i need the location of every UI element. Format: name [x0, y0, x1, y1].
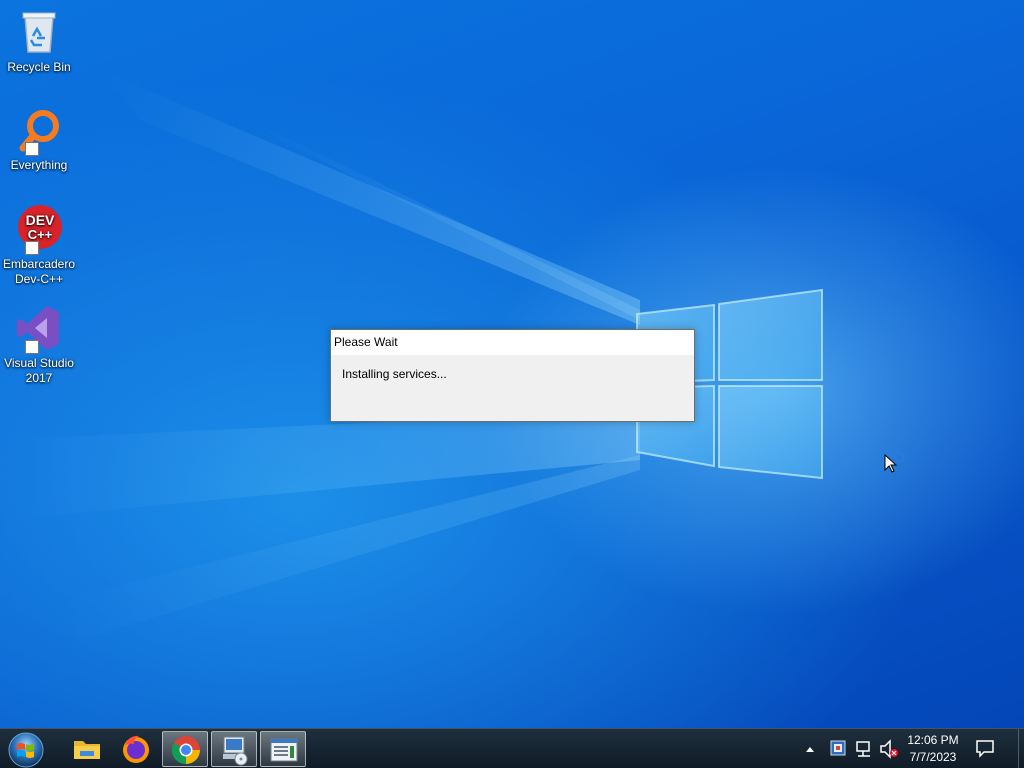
show-desktop-button[interactable]: [1018, 729, 1024, 768]
svg-text:DEV: DEV: [26, 212, 55, 228]
busy-cursor-icon: [884, 451, 905, 473]
network-icon[interactable]: [855, 729, 875, 768]
taskbar-file-explorer[interactable]: [64, 731, 110, 767]
installer-icon: [223, 736, 248, 766]
taskbar-window-app[interactable]: [260, 731, 306, 767]
start-button[interactable]: [5, 730, 47, 768]
chrome-icon: [171, 736, 200, 765]
taskbar-firefox[interactable]: [113, 731, 159, 767]
please-wait-dialog[interactable]: Please Wait Installing services...: [330, 329, 695, 422]
visual-studio-icon: [15, 304, 63, 354]
firefox-icon: [123, 735, 149, 763]
clock-date: 7/7/2023: [909, 750, 957, 764]
shortcut-arrow-icon: [25, 241, 39, 255]
taskbar: 12:06 PM 7/7/2023: [0, 728, 1024, 768]
shortcut-arrow-icon: [25, 340, 39, 354]
tray-app-icon[interactable]: [829, 729, 847, 768]
dialog-title: Please Wait: [331, 330, 694, 355]
dialog-message: Installing services...: [342, 367, 447, 381]
window-icon: [270, 738, 298, 762]
devcpp-icon: DEV C++: [15, 205, 63, 255]
clock-time: 12:06 PM: [907, 733, 959, 747]
taskbar-installer[interactable]: [211, 731, 257, 767]
chevron-up-icon[interactable]: [802, 729, 818, 768]
folder-icon: [74, 741, 100, 759]
svg-text:C++: C++: [28, 227, 53, 242]
desktop-icon-everything[interactable]: Everything: [2, 106, 76, 173]
desktop-icon-visual-studio[interactable]: Visual Studio 2017: [2, 304, 76, 386]
volume-muted-icon[interactable]: [879, 729, 899, 768]
shortcut-arrow-icon: [25, 142, 39, 156]
desktop-icon-label: Visual Studio 2017: [4, 356, 74, 385]
taskbar-clock[interactable]: 12:06 PM 7/7/2023: [897, 732, 969, 766]
recycle-bin-icon: [15, 8, 63, 56]
desktop-icon-label: Recycle Bin: [7, 60, 71, 74]
desktop-icon-label: Embarcadero Dev-C++: [2, 257, 76, 286]
desktop-icon-devcpp[interactable]: DEV C++ Embarcadero Dev-C++: [2, 205, 76, 287]
desktop[interactable]: Recycle Bin Everything DEV C++ Embarcade…: [0, 0, 1024, 728]
desktop-icon-recycle-bin[interactable]: Recycle Bin: [2, 8, 76, 75]
desktop-icon-label: Everything: [10, 158, 68, 172]
everything-search-icon: [15, 106, 63, 156]
notification-icon[interactable]: [974, 729, 996, 768]
taskbar-chrome[interactable]: [162, 731, 208, 767]
